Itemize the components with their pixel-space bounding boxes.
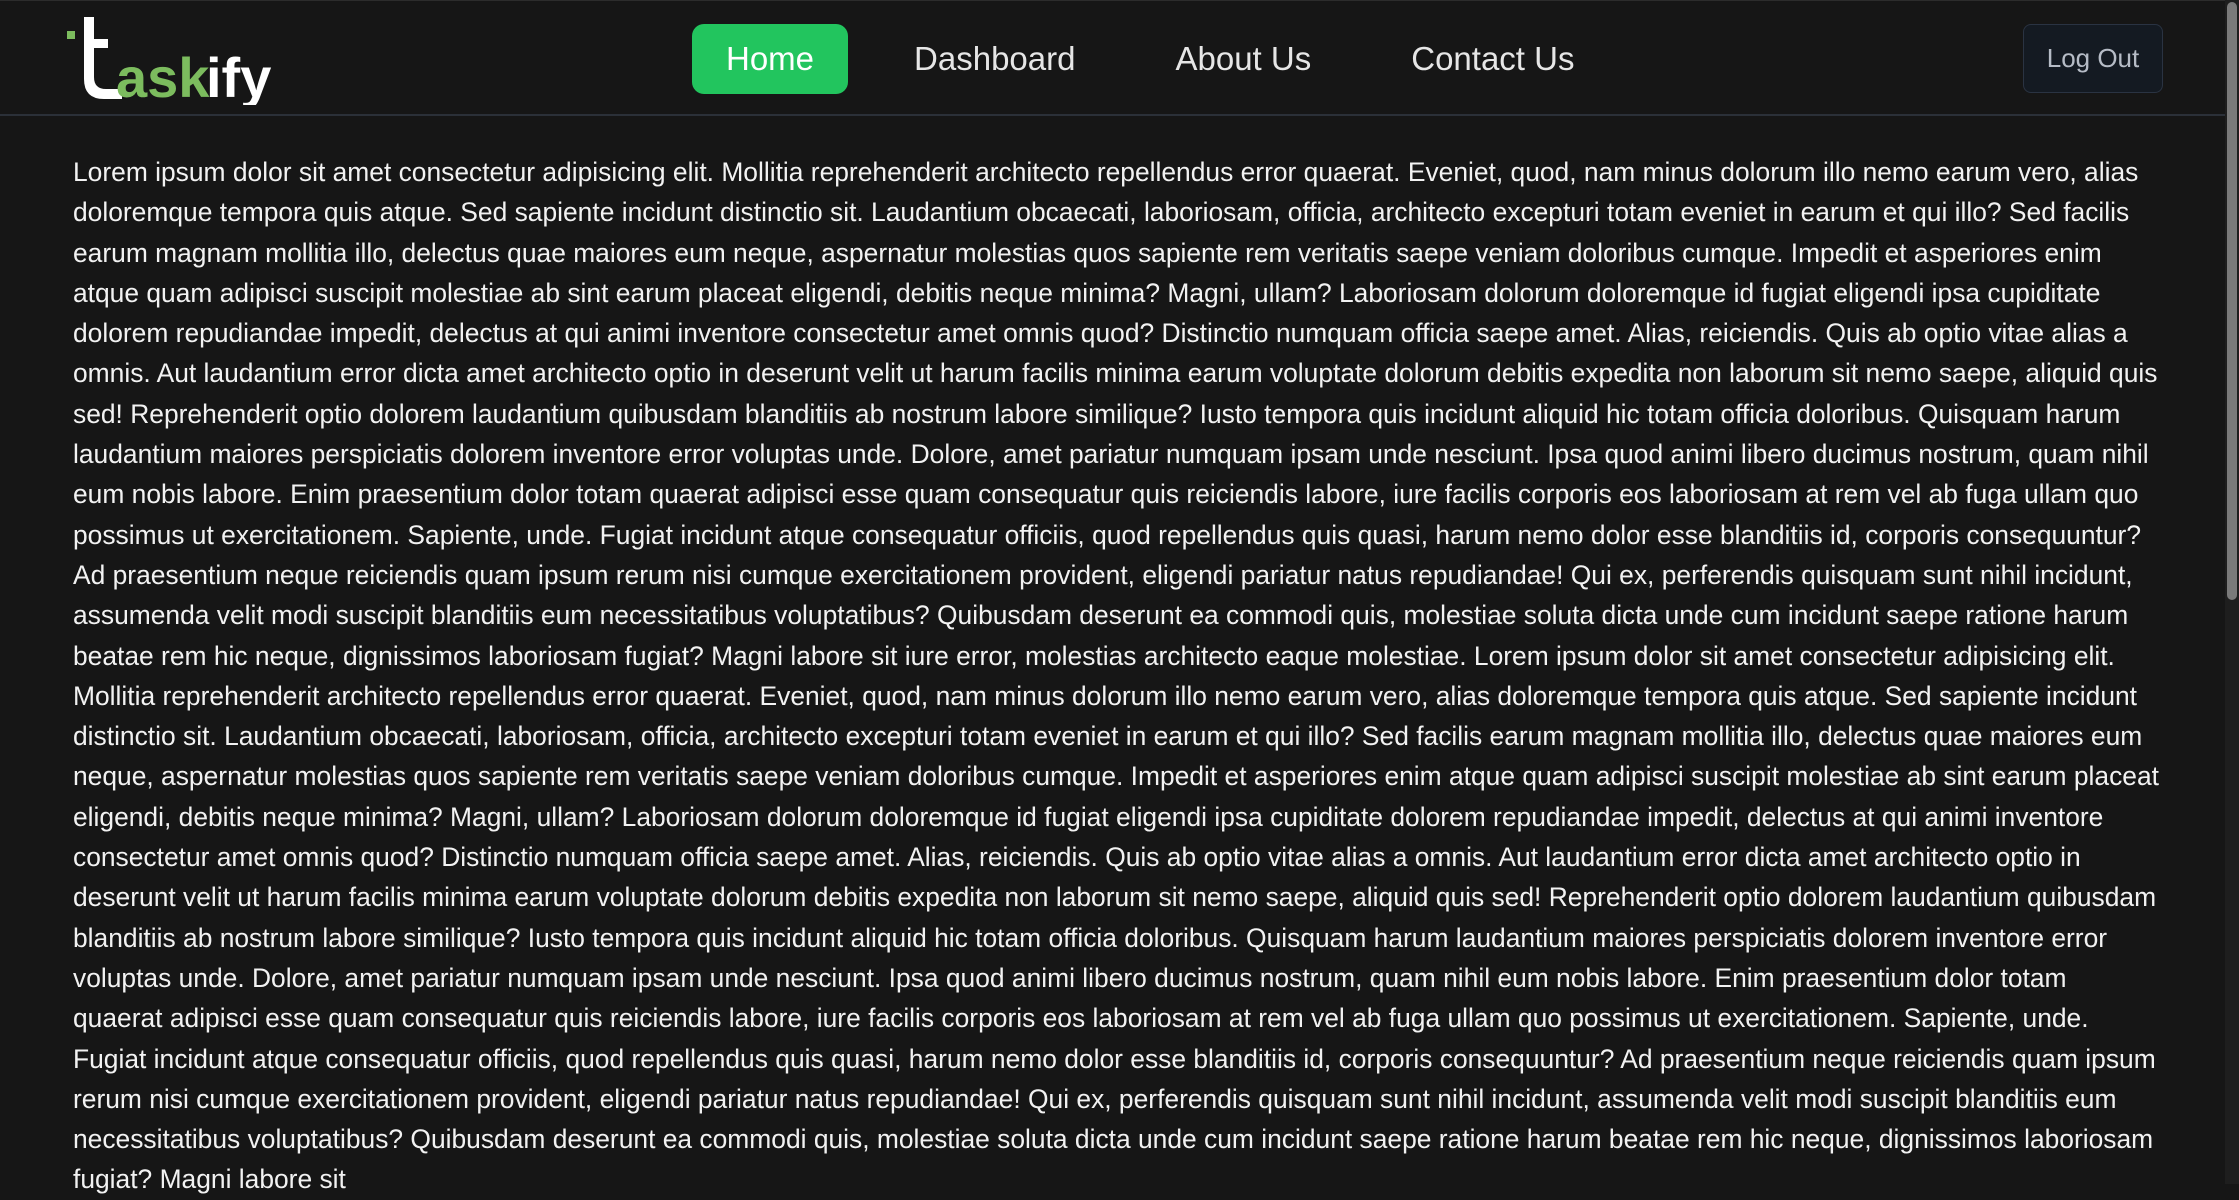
main-nav: Home Dashboard About Us Contact Us bbox=[692, 23, 1640, 95]
scrollbar-thumb[interactable] bbox=[2227, 2, 2237, 600]
nav-contact-us[interactable]: Contact Us bbox=[1377, 24, 1608, 94]
page-scrollbar[interactable] bbox=[2225, 0, 2239, 1184]
main-paragraph: Lorem ipsum dolor sit amet consectetur a… bbox=[73, 157, 2159, 1195]
nav-about-us[interactable]: About Us bbox=[1141, 24, 1345, 94]
svg-text:ify: ify bbox=[206, 46, 271, 105]
svg-text:ask: ask bbox=[116, 46, 210, 105]
nav-home[interactable]: Home bbox=[692, 24, 849, 94]
top-navbar: ask ify Home Dashboard About Us Contact … bbox=[0, 0, 2239, 116]
logout-button[interactable]: Log Out bbox=[2023, 24, 2163, 93]
taskify-logo[interactable]: ask ify bbox=[64, 13, 294, 105]
nav-dashboard[interactable]: Dashboard bbox=[880, 24, 1109, 94]
